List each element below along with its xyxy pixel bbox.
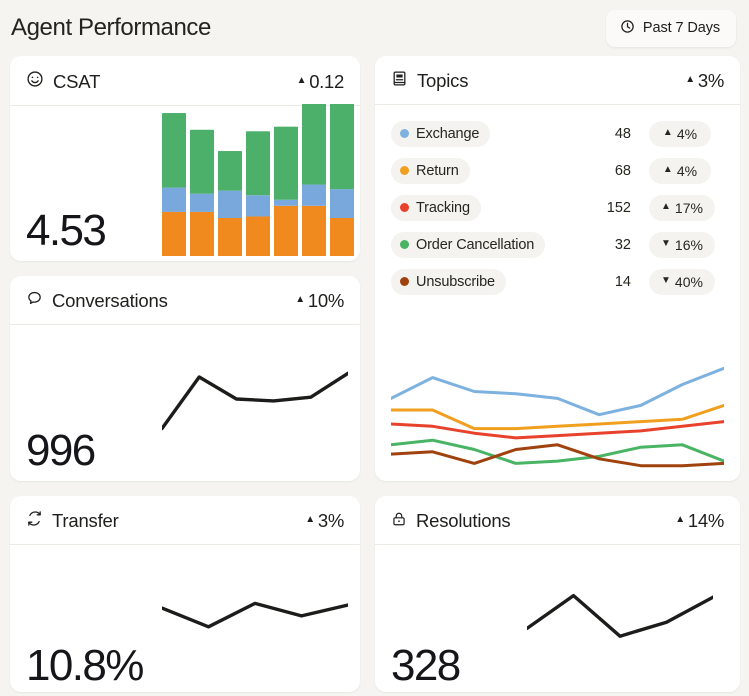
topics-list: Exchange 48 ▲ 4% Return 68 ▲ 4% Tracking… <box>391 105 724 300</box>
card-resolutions-title: Resolutions <box>416 510 511 531</box>
topic-name-pill: Unsubscribe <box>391 268 506 295</box>
card-csat-header: CSAT ▲ 0.12 <box>26 70 344 105</box>
metrics-grid: CSAT ▲ 0.12 4.53 Topics ▲ 3% Exchange 48… <box>10 56 740 692</box>
date-range-selector[interactable]: Past 7 Days <box>605 9 736 47</box>
topic-name-pill: Return <box>391 157 470 184</box>
card-topics[interactable]: Topics ▲ 3% Exchange 48 ▲ 4% Return 68 ▲… <box>375 56 740 481</box>
card-csat-value: 4.53 <box>26 206 107 255</box>
topic-value: 68 <box>614 162 631 179</box>
lock-icon <box>391 511 407 532</box>
topic-delta: ▲ 17% <box>649 194 715 221</box>
trend-up-icon: ▲ <box>675 514 685 525</box>
page-header: Agent Performance Past 7 Days <box>10 0 739 56</box>
refresh-icon <box>26 510 43 532</box>
topic-name-pill: Order Cancellation <box>391 231 546 258</box>
topic-label: Unsubscribe <box>416 273 495 290</box>
topic-color-dot <box>400 203 409 212</box>
dashboard-page: Agent Performance Past 7 Days CSAT ▲ 0.1… <box>0 0 749 696</box>
card-conversations-divider <box>10 324 360 325</box>
topic-delta-value: 17% <box>674 199 703 216</box>
trend-up-icon: ▲ <box>305 514 315 525</box>
card-topics-delta-value: 3% <box>697 70 724 91</box>
clock-icon <box>620 19 635 38</box>
transfer-sparkline <box>162 601 348 629</box>
trend-down-icon: ▼ <box>661 237 671 249</box>
card-topics-delta: ▲ 3% <box>685 70 724 92</box>
resolutions-sparkline <box>527 593 713 638</box>
topic-value: 32 <box>614 236 631 253</box>
trend-up-icon: ▲ <box>685 74 695 85</box>
trend-up-icon: ▲ <box>662 126 673 138</box>
card-csat[interactable]: CSAT ▲ 0.12 4.53 <box>10 56 360 261</box>
topic-label: Return <box>416 162 459 179</box>
list-item[interactable]: Exchange 48 ▲ 4% <box>391 115 724 152</box>
topic-delta: ▲ 4% <box>649 157 711 184</box>
card-transfer-header: Transfer ▲ 3% <box>26 510 344 544</box>
card-topics-header: Topics ▲ 3% <box>391 70 724 104</box>
topic-label: Tracking <box>416 199 470 216</box>
card-csat-title: CSAT <box>53 70 101 92</box>
card-transfer-delta-value: 3% <box>317 510 344 531</box>
card-topics-title: Topics <box>417 70 469 91</box>
list-item[interactable]: Tracking 152 ▲ 17% <box>391 189 724 226</box>
card-transfer-title: Transfer <box>52 510 119 531</box>
topic-value: 14 <box>614 273 631 290</box>
topic-delta: ▼ 16% <box>649 231 715 258</box>
card-transfer-value: 10.8% <box>26 641 144 690</box>
trend-up-icon: ▲ <box>662 163 673 175</box>
card-conversations-header: Conversations ▲ 10% <box>26 290 344 324</box>
card-conversations[interactable]: Conversations ▲ 10% 996 <box>10 276 360 481</box>
card-conversations-title: Conversations <box>52 290 168 311</box>
smiley-icon <box>26 70 44 93</box>
list-item[interactable]: Unsubscribe 14 ▼ 40% <box>391 263 724 300</box>
trend-down-icon: ▼ <box>661 274 671 286</box>
topic-label: Order Cancellation <box>416 236 535 253</box>
topic-value: 48 <box>614 125 631 142</box>
card-csat-delta: ▲ 0.12 <box>296 70 345 93</box>
card-transfer-divider <box>10 544 360 545</box>
card-resolutions-header: Resolutions ▲ 14% <box>391 510 724 544</box>
topic-label: Exchange <box>416 125 480 142</box>
card-transfer-delta: ▲ 3% <box>305 510 344 532</box>
list-item[interactable]: Order Cancellation 32 ▼ 16% <box>391 226 724 263</box>
trend-up-icon: ▲ <box>661 200 671 212</box>
topic-delta-value: 40% <box>674 273 703 290</box>
card-conversations-value: 996 <box>26 426 96 475</box>
page-title: Agent Performance <box>11 14 211 41</box>
trend-up-icon: ▲ <box>295 294 305 305</box>
topic-delta-value: 16% <box>674 236 703 253</box>
card-resolutions-value: 328 <box>391 641 461 690</box>
topic-delta-value: 4% <box>676 125 698 142</box>
card-csat-delta-value: 0.12 <box>309 70 344 92</box>
card-resolutions-divider <box>375 544 740 545</box>
topic-name-pill: Exchange <box>391 120 491 147</box>
list-item[interactable]: Return 68 ▲ 4% <box>391 152 724 189</box>
card-conversations-delta: ▲ 10% <box>295 290 344 312</box>
topic-color-dot <box>400 166 409 175</box>
topic-value: 152 <box>606 199 631 216</box>
trend-up-icon: ▲ <box>296 74 307 86</box>
card-conversations-delta-value: 10% <box>307 290 344 311</box>
card-resolutions-delta-value: 14% <box>687 510 724 531</box>
topic-color-dot <box>400 240 409 249</box>
topic-color-dot <box>400 129 409 138</box>
conversations-sparkline <box>162 371 348 431</box>
card-transfer[interactable]: Transfer ▲ 3% 10.8% <box>10 496 360 692</box>
topic-color-dot <box>400 277 409 286</box>
topic-name-pill: Tracking <box>391 194 481 221</box>
topics-line-chart <box>391 366 724 468</box>
card-resolutions[interactable]: Resolutions ▲ 14% 328 <box>375 496 740 692</box>
speech-bubble-icon <box>26 290 43 312</box>
date-range-label: Past 7 Days <box>642 20 720 36</box>
csat-stacked-bar-chart <box>162 104 354 256</box>
card-resolutions-delta: ▲ 14% <box>675 510 724 532</box>
topic-delta: ▲ 4% <box>649 120 711 147</box>
topic-delta: ▼ 40% <box>649 268 715 295</box>
topic-delta-value: 4% <box>676 162 698 179</box>
book-icon <box>391 70 408 92</box>
